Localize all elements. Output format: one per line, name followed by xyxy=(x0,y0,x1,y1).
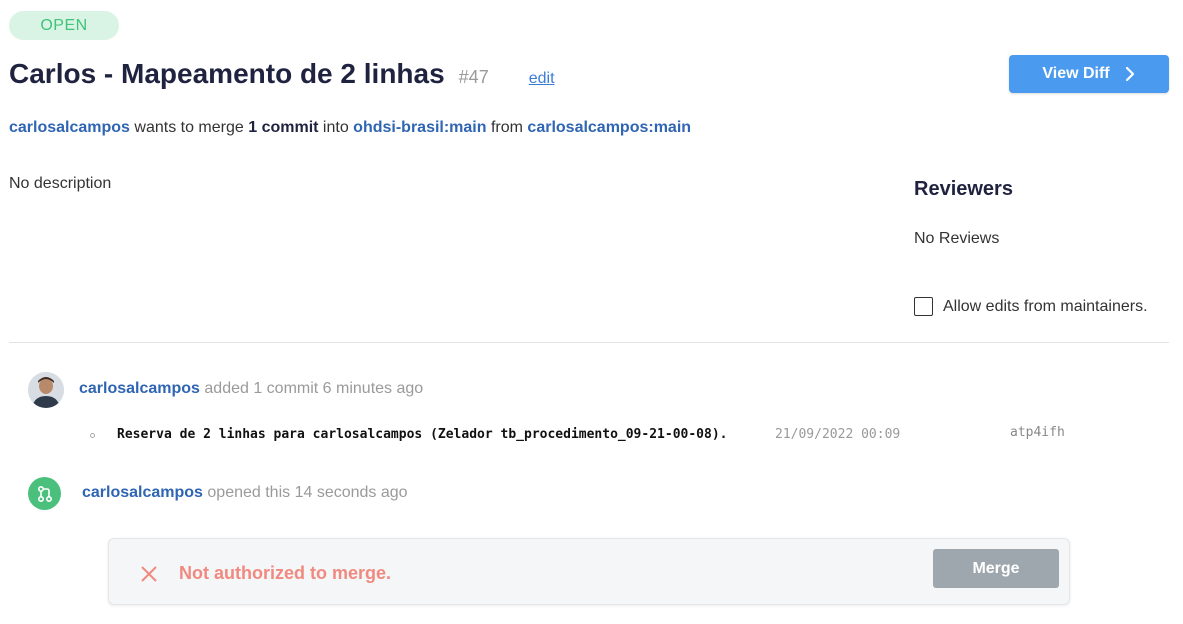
allow-edits-checkbox[interactable] xyxy=(914,297,933,316)
commit-event: carlosalcampos added 1 commit 6 minutes … xyxy=(79,380,423,398)
event-action: opened this 14 seconds ago xyxy=(202,484,408,501)
pr-description: No description xyxy=(9,175,112,192)
commit-hash[interactable]: atp4ifh xyxy=(1010,425,1065,440)
merge-text: wants to merge xyxy=(129,119,249,136)
author-link[interactable]: carlosalcampos xyxy=(9,119,130,136)
view-diff-button[interactable]: View Diff xyxy=(1009,55,1169,93)
merge-summary: carlosalcampos wants to merge 1 commit i… xyxy=(9,119,691,137)
merge-button[interactable]: Merge xyxy=(933,549,1059,588)
commit-message[interactable]: Reserva de 2 linhas para carlosalcampos … xyxy=(117,427,727,442)
bullet xyxy=(90,433,95,438)
event-user-link[interactable]: carlosalcampos xyxy=(79,380,200,397)
pr-title-row: Carlos - Mapeamento de 2 linhas #47 edit xyxy=(9,58,555,90)
allow-edits-option[interactable]: Allow edits from maintainers. xyxy=(914,297,1148,316)
chevron-right-icon xyxy=(1125,66,1134,82)
source-branch-link[interactable]: carlosalcampos:main xyxy=(527,119,691,136)
event-user-link[interactable]: carlosalcampos xyxy=(82,484,203,501)
merge-text: from xyxy=(486,119,528,136)
edit-link[interactable]: edit xyxy=(529,70,555,88)
open-event: carlosalcampos opened this 14 seconds ag… xyxy=(82,484,408,502)
close-icon xyxy=(141,565,157,582)
list-item: Reserva de 2 linhas para carlosalcampos … xyxy=(90,425,1170,445)
allow-edits-label: Allow edits from maintainers. xyxy=(943,297,1148,315)
view-diff-label: View Diff xyxy=(1042,65,1110,82)
status-badge: OPEN xyxy=(9,11,119,40)
commit-count: 1 commit xyxy=(248,119,319,136)
avatar[interactable] xyxy=(28,372,64,408)
merge-error-text: Not authorized to merge. xyxy=(179,563,392,583)
event-action: added 1 commit 6 minutes ago xyxy=(199,380,424,397)
commit-date: 21/09/2022 00:09 xyxy=(775,427,901,442)
user-avatar-image xyxy=(28,372,64,408)
pr-number: #47 xyxy=(458,67,489,87)
divider xyxy=(9,342,1169,343)
reviewers-empty: No Reviews xyxy=(914,230,1000,247)
merge-panel: Not authorized to merge. Merge xyxy=(108,538,1070,605)
target-branch-link[interactable]: ohdsi-brasil:main xyxy=(353,119,486,136)
pull-request-icon xyxy=(28,477,61,510)
merge-text: into xyxy=(318,119,354,136)
page-title: Carlos - Mapeamento de 2 linhas xyxy=(9,58,445,89)
merge-error: Not authorized to merge. xyxy=(139,563,391,584)
reviewers-heading: Reviewers xyxy=(914,178,1013,200)
